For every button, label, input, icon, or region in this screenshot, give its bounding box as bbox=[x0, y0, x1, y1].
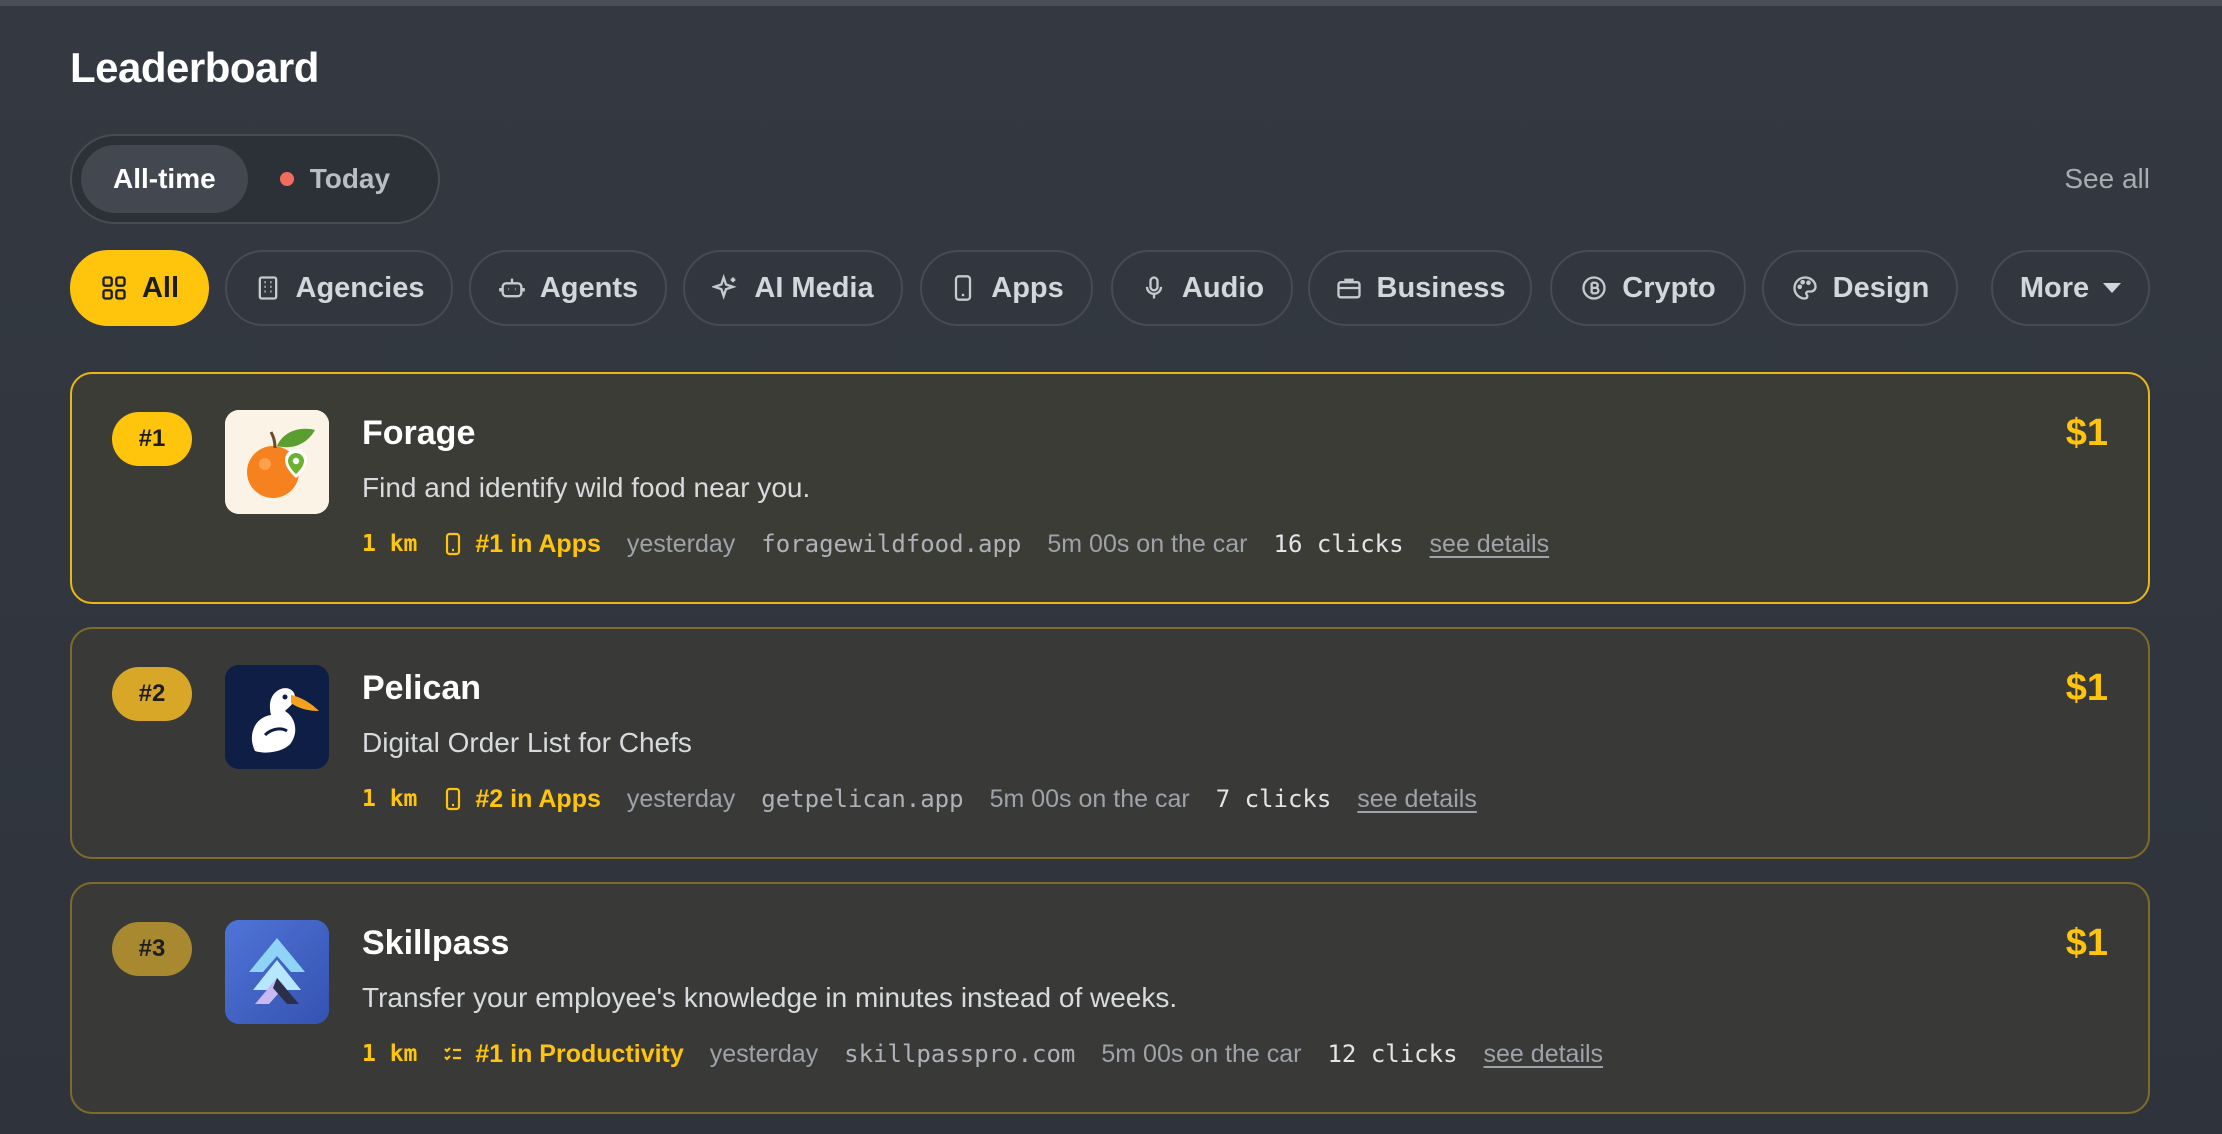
entry-distance: 1 km bbox=[362, 531, 418, 557]
checklist-icon bbox=[444, 1047, 462, 1061]
rank-badge: #3 bbox=[112, 922, 192, 976]
entry-domain[interactable]: getpelican.app bbox=[761, 785, 963, 813]
entry-price: $1 bbox=[2065, 412, 2108, 454]
entry-description: Find and identify wild food near you. bbox=[362, 472, 811, 503]
category-chip-agencies[interactable]: Agencies bbox=[225, 250, 453, 326]
entry-description: Transfer your employee's knowledge in mi… bbox=[362, 982, 1178, 1013]
entry-clicks: 12 clicks bbox=[1327, 1040, 1458, 1068]
timeframe-today-button[interactable]: Today bbox=[248, 145, 422, 213]
category-chip-audio[interactable]: Audio bbox=[1111, 250, 1293, 326]
grid-icon bbox=[102, 276, 126, 300]
entry-duration: 5m 00s on the car bbox=[1101, 1039, 1302, 1068]
top-divider bbox=[0, 0, 2222, 6]
entry-category-rank[interactable]: #1 in Productivity bbox=[443, 1039, 684, 1069]
category-chip-label: Agents bbox=[539, 271, 639, 304]
category-chip-label: Apps bbox=[991, 271, 1064, 304]
entry-price: $1 bbox=[2065, 667, 2108, 709]
leaderboard-section: Leaderboard All-time Today See all All A… bbox=[70, 40, 2150, 326]
entry-duration: 5m 00s on the car bbox=[989, 784, 1190, 813]
phone-icon bbox=[446, 787, 461, 811]
category-chip-label: Audio bbox=[1181, 271, 1265, 304]
category-chip-ai-media[interactable]: AI Media bbox=[683, 250, 903, 326]
entry-clicks: 16 clicks bbox=[1273, 530, 1404, 558]
category-chip-label: All bbox=[141, 271, 180, 304]
skillpass-logo bbox=[225, 920, 329, 1024]
briefcase-icon bbox=[1336, 278, 1361, 299]
category-chip-label: Design bbox=[1832, 271, 1930, 304]
category-chip-agents[interactable]: Agents bbox=[469, 250, 667, 326]
live-dot-icon bbox=[279, 172, 294, 186]
entry-description: Digital Order List for Chefs bbox=[362, 727, 692, 758]
see-all-link[interactable]: See all bbox=[2064, 134, 2150, 224]
caret-down-icon bbox=[2103, 283, 2122, 293]
category-chip-label: Business bbox=[1376, 271, 1506, 304]
rank-badge: #2 bbox=[112, 667, 192, 721]
entry-domain[interactable]: skillpasspro.com bbox=[844, 1040, 1075, 1068]
entry-duration: 5m 00s on the car bbox=[1047, 529, 1248, 558]
category-chip-business[interactable]: Business bbox=[1308, 250, 1532, 326]
timeframe-toggle: All-time Today bbox=[70, 134, 440, 224]
robot-icon bbox=[499, 278, 525, 298]
entry-meta: 1 km #2 in Apps yesterday getpelican.app… bbox=[362, 779, 1477, 819]
category-chip-label: Agencies bbox=[295, 271, 425, 304]
rank-badge: #1 bbox=[112, 412, 192, 466]
category-chip-design[interactable]: Design bbox=[1762, 250, 1958, 326]
leaderboard-entry[interactable]: #2 Pelican Digital Order List for Chefs … bbox=[70, 627, 2150, 859]
forage-logo bbox=[225, 410, 329, 514]
page-title: Leaderboard bbox=[70, 44, 319, 91]
entry-distance: 1 km bbox=[362, 1041, 418, 1067]
category-chip-all[interactable]: All bbox=[70, 250, 209, 326]
entry-domain[interactable]: foragewildfood.app bbox=[761, 530, 1021, 558]
sparkles-icon bbox=[712, 274, 738, 300]
entry-time: yesterday bbox=[709, 1039, 819, 1068]
see-details-link[interactable]: see details bbox=[1357, 785, 1477, 814]
leaderboard-entry[interactable]: #1 Forage Find and identify wild food ne… bbox=[70, 372, 2150, 604]
category-chips: All Agencies Agents AI Media Apps Audio … bbox=[70, 250, 2150, 326]
category-more-dropdown[interactable]: More bbox=[1991, 250, 2150, 326]
pelican-logo bbox=[225, 665, 329, 769]
category-chip-label: AI Media bbox=[754, 271, 874, 304]
palette-icon bbox=[1793, 276, 1817, 300]
timeframe-all-time-button[interactable]: All-time bbox=[81, 145, 248, 213]
entry-category-rank[interactable]: #1 in Apps bbox=[443, 530, 601, 559]
category-chip-apps[interactable]: Apps bbox=[920, 250, 1093, 326]
entry-name[interactable]: Skillpass bbox=[362, 924, 509, 963]
entry-price: $1 bbox=[2065, 922, 2108, 964]
entry-category-rank-label: #2 in Apps bbox=[475, 784, 601, 813]
entry-meta: 1 km #1 in Apps yesterday foragewildfood… bbox=[362, 524, 1549, 564]
entry-name[interactable]: Pelican bbox=[362, 669, 481, 708]
phone-icon bbox=[955, 275, 972, 301]
category-chip-crypto[interactable]: Crypto bbox=[1550, 250, 1746, 326]
filter-row: All-time Today See all bbox=[70, 134, 2150, 226]
see-details-link[interactable]: see details bbox=[1484, 1040, 1604, 1069]
building-icon bbox=[258, 276, 277, 300]
entry-name[interactable]: Forage bbox=[362, 414, 475, 453]
phone-icon bbox=[446, 532, 461, 556]
entry-time: yesterday bbox=[626, 529, 736, 558]
microphone-icon bbox=[1145, 276, 1163, 299]
entry-category-rank-label: #1 in Productivity bbox=[475, 1039, 684, 1068]
entry-clicks: 7 clicks bbox=[1215, 785, 1332, 813]
category-chip-label: Crypto bbox=[1622, 271, 1716, 304]
entry-distance: 1 km bbox=[362, 786, 418, 812]
bitcoin-icon bbox=[1582, 276, 1606, 300]
timeframe-today-label: Today bbox=[309, 163, 391, 194]
entry-category-rank-label: #1 in Apps bbox=[475, 529, 601, 558]
more-label: More bbox=[2019, 271, 2090, 304]
entry-meta: 1 km #1 in Productivity yesterday skillp… bbox=[362, 1034, 1603, 1074]
leaderboard-entry[interactable]: #3 Skillpass Transfer your employee's kn… bbox=[70, 882, 2150, 1114]
entry-category-rank[interactable]: #2 in Apps bbox=[443, 785, 601, 814]
entry-time: yesterday bbox=[626, 784, 736, 813]
see-details-link[interactable]: see details bbox=[1430, 530, 1550, 559]
